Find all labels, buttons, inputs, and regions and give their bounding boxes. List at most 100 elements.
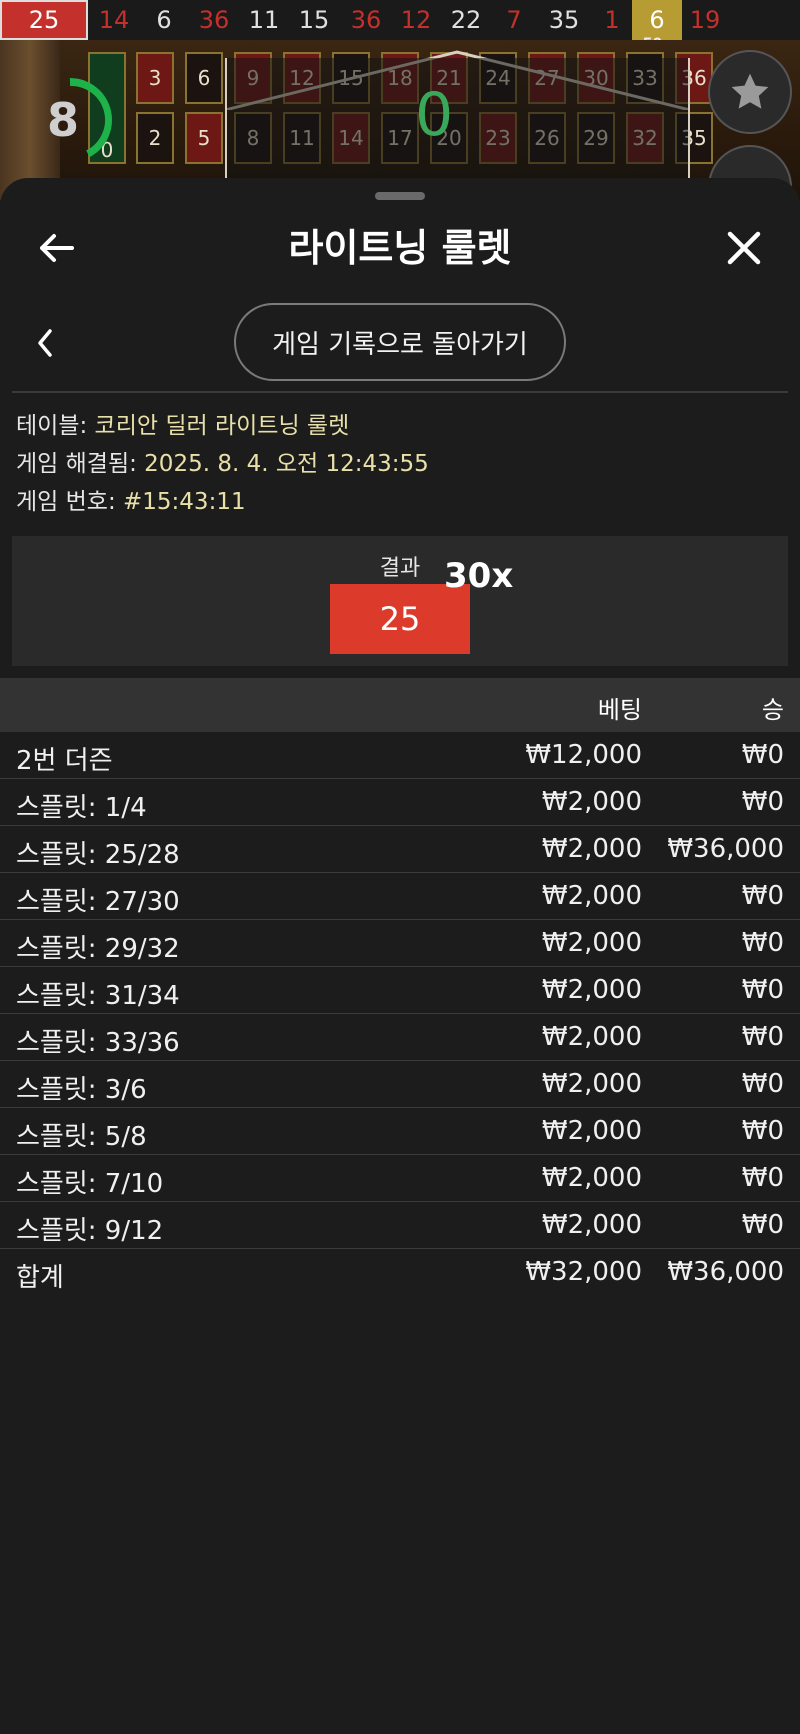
bet-amount: ₩2,000: [541, 928, 642, 958]
bet-name: 스플릿: 3/6: [16, 1075, 147, 1105]
win-amount: ₩0: [741, 1069, 784, 1099]
history-result: 36: [340, 0, 392, 40]
divider: [12, 391, 788, 393]
win-amount: ₩36,000: [667, 1257, 784, 1287]
history-number: 25: [28, 6, 60, 34]
history-nav: 게임 기록으로 돌아가기: [0, 303, 800, 383]
history-number: 36: [350, 6, 382, 34]
history-number: 35: [548, 6, 580, 34]
chevron-left-icon[interactable]: [30, 323, 60, 363]
board-cell: 6: [185, 52, 223, 104]
history-result: 36: [188, 0, 240, 40]
history-number: 14: [98, 6, 130, 34]
table-info: 테이블: 코리안 딜러 라이트닝 룰렛: [16, 410, 349, 442]
history-number: 6: [649, 6, 665, 34]
bet-amount: ₩12,000: [525, 740, 642, 770]
bet-timer: 8: [46, 93, 79, 147]
history-number: 7: [506, 6, 522, 34]
bet-amount: ₩2,000: [541, 787, 642, 817]
bet-amount: ₩2,000: [541, 1116, 642, 1146]
result-label: 결과: [379, 556, 421, 581]
win-amount: ₩0: [741, 787, 784, 817]
bet-amount: ₩2,000: [541, 1210, 642, 1240]
back-to-history-button[interactable]: 게임 기록으로 돌아가기: [234, 303, 566, 381]
win-amount: ₩0: [741, 1022, 784, 1052]
page-title: 라이트닝 룰렛: [288, 226, 512, 270]
win-amount: ₩0: [741, 740, 784, 770]
history-result: 25: [0, 0, 88, 40]
win-amount: ₩0: [741, 881, 784, 911]
bet-amount: ₩2,000: [541, 975, 642, 1005]
app-root: 251463611153612227351650x19 035322926232…: [0, 0, 800, 1734]
resolved-value: 2025. 8. 4. 오전 12:43:55: [144, 451, 429, 477]
history-result: 7: [492, 0, 536, 40]
bet-row: 2번 더즌 ₩12,000 ₩0: [0, 732, 800, 779]
bet-name: 스플릿: 33/36: [16, 1028, 180, 1058]
result-panel: 결과 25 30x: [12, 536, 788, 666]
bet-row: 스플릿: 33/36 ₩2,000 ₩0: [0, 1014, 800, 1061]
history-number: 15: [298, 6, 330, 34]
win-amount: ₩0: [741, 975, 784, 1005]
history-result: 19: [682, 0, 728, 40]
bet-name: 스플릿: 31/34: [16, 981, 180, 1011]
bet-name: 스플릿: 7/10: [16, 1169, 164, 1199]
board-cell: 5: [185, 112, 223, 164]
history-number: 22: [450, 6, 482, 34]
table-label: 테이블:: [16, 413, 95, 439]
game-number-value: #15:43:11: [123, 489, 246, 515]
history-result: 15: [288, 0, 340, 40]
zero-number: 0: [415, 80, 454, 150]
sheet-grabber[interactable]: [375, 192, 425, 200]
sheet-header: 라이트닝 룰렛: [0, 208, 800, 288]
resolved-label: 게임 해결됨:: [16, 451, 145, 477]
history-number: 19: [689, 6, 721, 34]
bets-table-header: 베팅 승: [0, 678, 800, 732]
favorite-button[interactable]: [708, 50, 792, 134]
history-number: 36: [198, 6, 230, 34]
history-result: 6: [140, 0, 188, 40]
win-amount: ₩0: [741, 1163, 784, 1193]
win-amount: ₩36,000: [667, 834, 784, 864]
history-result: 11: [240, 0, 288, 40]
board-cell: 3: [136, 52, 174, 104]
history-result: 35: [536, 0, 592, 40]
bet-row: 스플릿: 31/34 ₩2,000 ₩0: [0, 967, 800, 1014]
bet-row: 스플릿: 5/8 ₩2,000 ₩0: [0, 1108, 800, 1155]
win-amount: ₩0: [741, 928, 784, 958]
history-result: 650x: [632, 0, 682, 52]
result-multiplier: 30x: [444, 556, 514, 596]
bet-row: 스플릿: 29/32 ₩2,000 ₩0: [0, 920, 800, 967]
bet-row: 스플릿: 9/12 ₩2,000 ₩0: [0, 1202, 800, 1249]
history-number: 11: [248, 6, 280, 34]
star-icon: [731, 73, 769, 109]
win-amount: ₩0: [741, 1210, 784, 1240]
close-icon[interactable]: [724, 228, 764, 268]
history-result: 22: [440, 0, 492, 40]
win-amount: ₩0: [741, 1116, 784, 1146]
bet-name: 스플릿: 29/32: [16, 934, 180, 964]
bet-amount: ₩2,000: [541, 834, 642, 864]
bet-name: 스플릿: 9/12: [16, 1216, 164, 1246]
bet-row: 스플릿: 27/30 ₩2,000 ₩0: [0, 873, 800, 920]
history-result: 1: [592, 0, 632, 40]
bet-amount: ₩2,000: [541, 1069, 642, 1099]
bet-name: 스플릿: 27/30: [16, 887, 180, 917]
game-detail-sheet: 라이트닝 룰렛 게임 기록으로 돌아가기 테이블: 코리안 딜러 라이트닝 룰렛…: [0, 178, 800, 1734]
table-value: 코리안 딜러 라이트닝 룰렛: [94, 413, 350, 439]
bet-name: 스플릿: 1/4: [16, 793, 147, 823]
bet-row: 스플릿: 1/4 ₩2,000 ₩0: [0, 779, 800, 826]
bet-amount: ₩2,000: [541, 1022, 642, 1052]
result-history-strip: 25 14 6 36 11 15 36 12 22 7 35 1 650x19: [0, 0, 800, 52]
bet-row: 스플릿: 25/28 ₩2,000 ₩36,000: [0, 826, 800, 873]
bet-name: 2번 더즌: [16, 746, 113, 776]
history-number: 12: [400, 6, 432, 34]
history-number: 1: [604, 6, 620, 34]
back-arrow-icon[interactable]: [36, 228, 76, 268]
bet-amount: ₩2,000: [541, 1163, 642, 1193]
bet-name: 스플릿: 5/8: [16, 1122, 147, 1152]
board-cell: 2: [136, 112, 174, 164]
bet-amount: ₩32,000: [525, 1257, 642, 1287]
resolved-info: 게임 해결됨: 2025. 8. 4. 오전 12:43:55: [16, 448, 429, 480]
bet-name: 스플릿: 25/28: [16, 840, 180, 870]
history-result: 14: [88, 0, 140, 40]
